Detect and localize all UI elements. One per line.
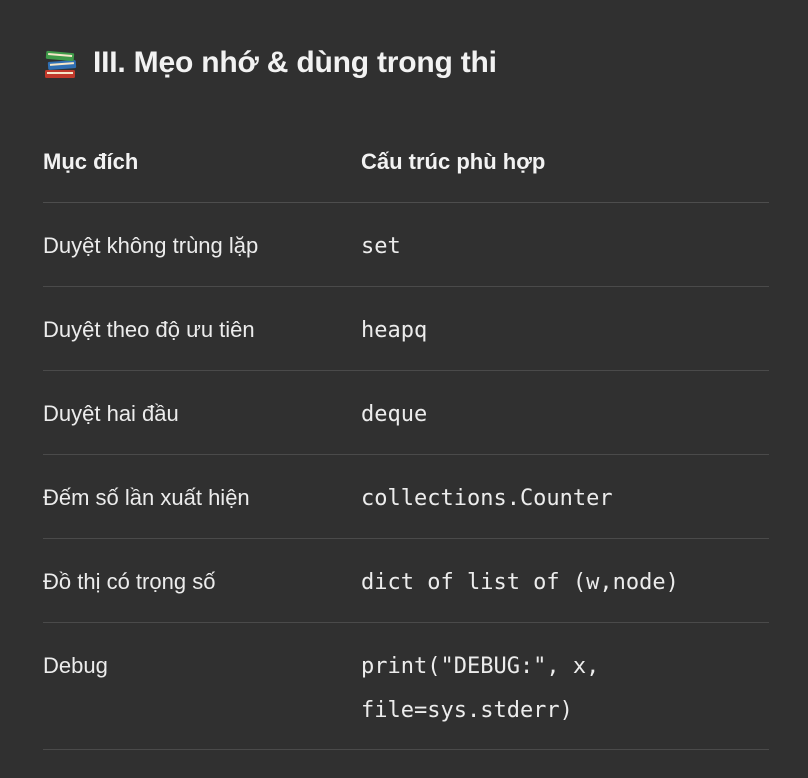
column-header-structure: Cấu trúc phù hợp bbox=[361, 120, 769, 203]
table-row: Đếm số lần xuất hiện collections.Counter bbox=[43, 454, 769, 539]
structure-cell: heapq bbox=[361, 286, 769, 371]
purpose-cell: Duyệt không trùng lặp bbox=[43, 202, 361, 287]
books-icon bbox=[43, 45, 79, 81]
table-row: Duyệt theo độ ưu tiên heapq bbox=[43, 286, 769, 371]
table-row: Debug print("DEBUG:", x, file=sys.stderr… bbox=[43, 622, 769, 750]
structure-cell: collections.Counter bbox=[361, 454, 769, 539]
column-header-purpose: Mục đích bbox=[43, 120, 361, 203]
structure-cell: deque bbox=[361, 370, 769, 455]
section-heading: III. Mẹo nhớ & dùng trong thi bbox=[43, 38, 497, 88]
code-snippet: deque bbox=[361, 401, 428, 427]
code-snippet: set bbox=[361, 233, 401, 259]
code-snippet: dict of list of (w,node) bbox=[361, 569, 679, 595]
structure-cell: print("DEBUG:", x, file=sys.stderr) bbox=[361, 622, 769, 750]
code-snippet: heapq bbox=[361, 317, 428, 343]
table-row: Duyệt hai đầu deque bbox=[43, 370, 769, 455]
structure-cell: set bbox=[361, 202, 769, 287]
purpose-cell: Đếm số lần xuất hiện bbox=[43, 454, 361, 539]
purpose-cell: Duyệt hai đầu bbox=[43, 370, 361, 455]
code-snippet: collections.Counter bbox=[361, 485, 613, 511]
purpose-cell: Debug bbox=[43, 622, 361, 750]
data-structures-table: Mục đích Cấu trúc phù hợp Duyệt không tr… bbox=[43, 120, 769, 750]
table-row: Đồ thị có trọng số dict of list of (w,no… bbox=[43, 538, 769, 623]
structure-cell: dict of list of (w,node) bbox=[361, 538, 769, 623]
table-row: Duyệt không trùng lặp set bbox=[43, 202, 769, 287]
section-title: III. Mẹo nhớ & dùng trong thi bbox=[93, 46, 497, 79]
purpose-cell: Đồ thị có trọng số bbox=[43, 538, 361, 623]
table-header-row: Mục đích Cấu trúc phù hợp bbox=[43, 120, 769, 203]
code-snippet: print("DEBUG:", x, file=sys.stderr) bbox=[361, 653, 613, 723]
purpose-cell: Duyệt theo độ ưu tiên bbox=[43, 286, 361, 371]
